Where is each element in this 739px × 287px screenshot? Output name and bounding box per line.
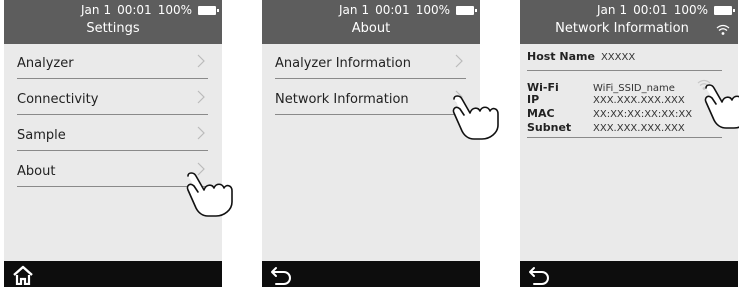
ip-value: XXX.XXX.XXX.XXX: [593, 95, 685, 106]
battery-icon: [714, 5, 735, 15]
menu-item-label: Analyzer Information: [275, 55, 411, 71]
menu-item-label: Analyzer: [17, 55, 74, 71]
subnet-value: XXX.XXX.XXX.XXX: [593, 123, 685, 134]
back-icon[interactable]: [270, 265, 294, 285]
status-bar: Jan 1 00:01 100% Settings: [4, 0, 222, 44]
status-date: Jan: [80, 3, 100, 17]
status-battery: 100%: [157, 3, 192, 17]
page-title: About: [351, 21, 391, 36]
status-line: Jan 1 00:01 100%: [338, 3, 477, 17]
menu-item-analyzer-information[interactable]: Analyzer Information: [275, 44, 466, 79]
tap-hand-icon: [704, 84, 739, 129]
chevron-right-icon: [197, 126, 205, 140]
status-time: 00:01: [633, 3, 668, 17]
bottom-bar: [262, 261, 480, 287]
mac-label: MAC: [527, 107, 555, 120]
menu-item-network-information[interactable]: Network Information: [275, 80, 466, 115]
battery-icon: [456, 5, 477, 15]
settings-screen: Jan 1 00:01 100% Settings Analyzer Conne…: [4, 0, 222, 287]
battery-icon: [198, 5, 219, 15]
mac-value: XX:XX:XX:XX:XX:XX: [593, 109, 693, 120]
status-bar: Jan 1 00:01 100% Network Information: [520, 0, 738, 44]
chevron-right-icon: [197, 54, 205, 68]
wifi-value: WiFi_SSID_name: [593, 83, 675, 94]
tap-hand-icon: [186, 172, 233, 217]
menu-item-label: Connectivity: [17, 91, 99, 107]
home-icon[interactable]: [12, 265, 34, 285]
tap-hand-icon: [452, 95, 499, 140]
status-time: 00:01: [375, 3, 410, 17]
menu-item-connectivity[interactable]: Connectivity: [17, 80, 208, 115]
settings-menu: Analyzer Connectivity Sample About: [4, 44, 222, 187]
subnet-label: Subnet: [527, 121, 572, 134]
status-line: Jan 1 00:01 100%: [80, 3, 219, 17]
host-name-label: Host Name: [527, 50, 595, 63]
status-day: 1: [619, 3, 628, 17]
page-title: Settings: [86, 21, 140, 36]
status-time: 00:01: [117, 3, 152, 17]
menu-item-sample[interactable]: Sample: [17, 116, 208, 151]
network-information-screen: Jan 1 00:01 100% Network Information Hos…: [520, 0, 738, 287]
divider: [527, 137, 722, 138]
ip-label: IP: [527, 93, 540, 106]
about-menu: Analyzer Information Network Information: [262, 44, 480, 115]
wifi-icon: [716, 24, 730, 35]
about-screen: Jan 1 00:01 100% About Analyzer Informat…: [262, 0, 480, 287]
status-line: Jan 1 00:01 100%: [596, 3, 735, 17]
host-name-row: Host Name XXXXX: [527, 50, 732, 64]
status-battery: 100%: [673, 3, 708, 17]
status-date: Jan: [596, 3, 616, 17]
menu-item-label: Network Information: [275, 91, 409, 107]
menu-item-label: Sample: [17, 127, 66, 143]
menu-item-label: About: [17, 163, 56, 179]
divider: [527, 70, 722, 71]
bottom-bar: [520, 261, 738, 287]
status-day: 1: [103, 3, 112, 17]
page-title: Network Information: [555, 21, 689, 36]
chevron-right-icon: [455, 54, 463, 68]
status-battery: 100%: [415, 3, 450, 17]
status-date: Jan: [338, 3, 358, 17]
host-name-value: XXXXX: [600, 52, 636, 63]
menu-item-about[interactable]: About: [17, 152, 208, 187]
menu-item-analyzer[interactable]: Analyzer: [17, 44, 208, 79]
bottom-bar: [4, 261, 222, 287]
chevron-right-icon: [197, 90, 205, 104]
status-day: 1: [361, 3, 370, 17]
status-bar: Jan 1 00:01 100% About: [262, 0, 480, 44]
back-icon[interactable]: [528, 265, 552, 285]
